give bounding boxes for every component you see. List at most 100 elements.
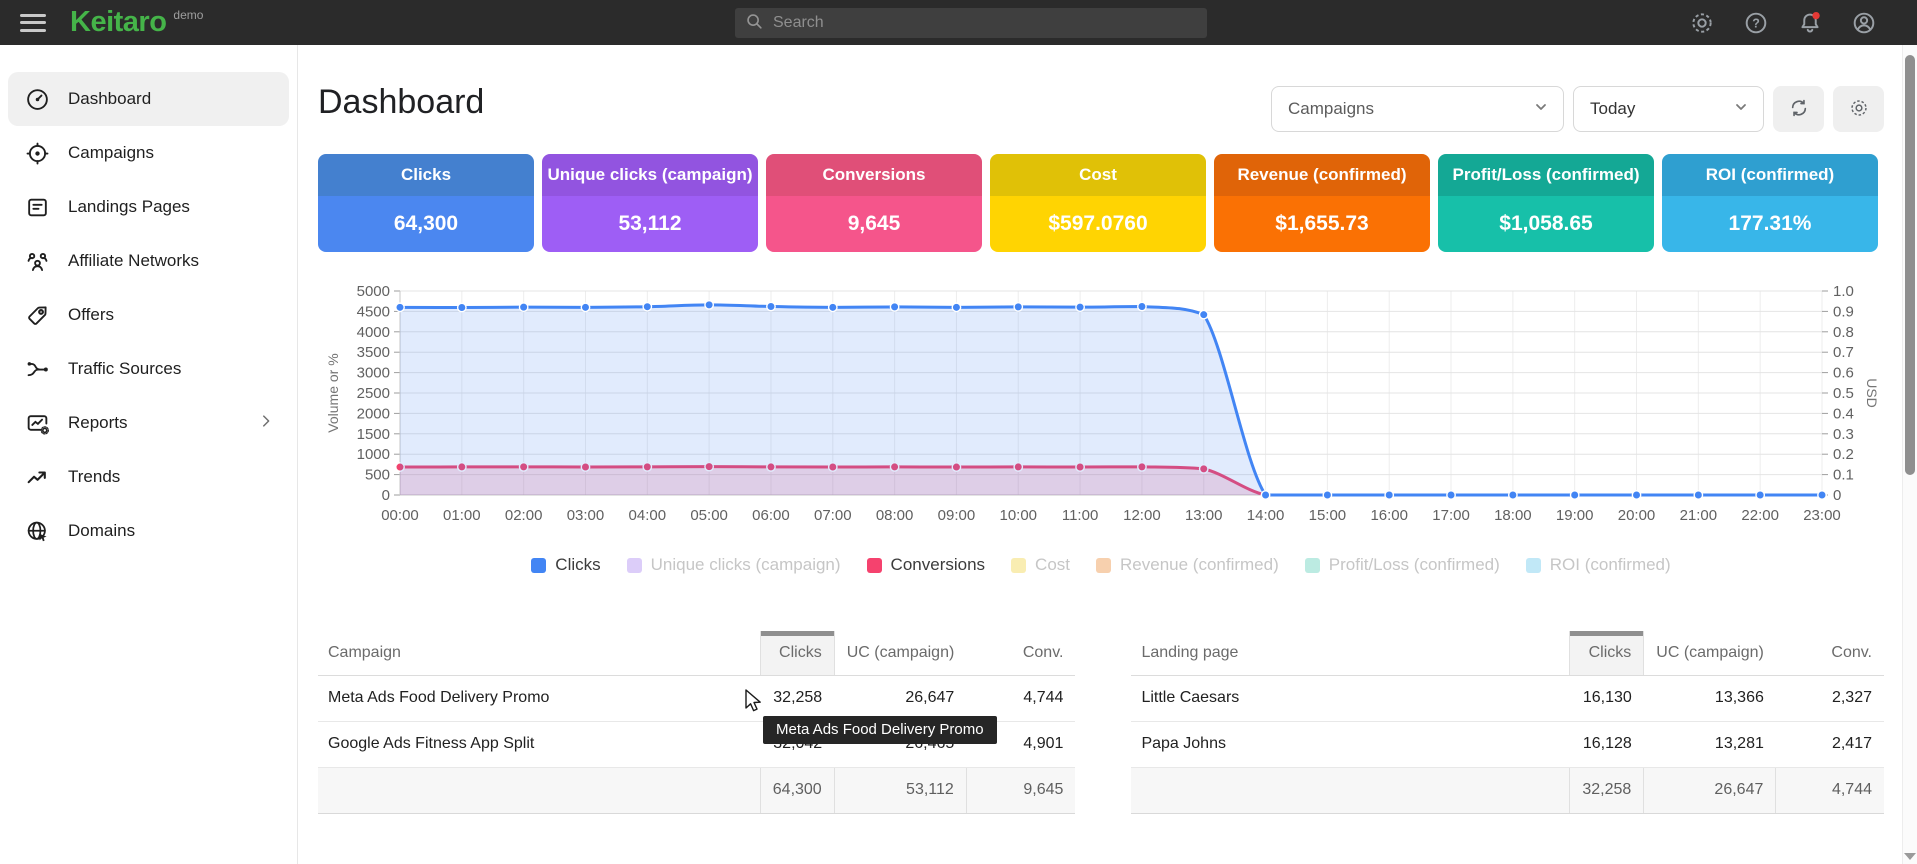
svg-text:1500: 1500: [357, 426, 390, 443]
column-header-clicks[interactable]: Clicks: [1570, 631, 1644, 675]
svg-text:20:00: 20:00: [1618, 507, 1656, 524]
sidebar-item-offers[interactable]: s Offers: [8, 288, 289, 342]
logo-text: Keitaro: [70, 0, 166, 45]
svg-text:0.5: 0.5: [1833, 385, 1854, 402]
column-header-uc[interactable]: UC (campaign): [1644, 631, 1776, 675]
cell-uc: 13,281: [1644, 721, 1776, 767]
stat-card-label: Cost: [990, 154, 1206, 196]
totals-label: [1131, 767, 1569, 813]
sidebar-item-campaigns[interactable]: Campaigns: [8, 126, 289, 180]
legend-label: Revenue (confirmed): [1120, 555, 1279, 575]
stat-card-value: 53,112: [542, 196, 758, 252]
legend-swatch: [867, 558, 882, 573]
legend-label: Clicks: [555, 555, 600, 575]
trending-up-icon: [24, 464, 50, 490]
main-content: Dashboard Campaigns Today: [299, 45, 1902, 864]
svg-text:02:00: 02:00: [505, 507, 543, 524]
landing-pages-table: Landing page Clicks UC (campaign) Conv. …: [1131, 631, 1884, 814]
campaign-name[interactable]: Google Ads Fitness App Split: [318, 721, 760, 767]
column-header-conv[interactable]: Conv.: [1776, 631, 1884, 675]
row-hover-tooltip: Meta Ads Food Delivery Promo: [763, 716, 997, 744]
svg-text:19:00: 19:00: [1556, 507, 1594, 524]
stat-card-value: $597.0760: [990, 196, 1206, 252]
sidebar-item-label: Offers: [68, 305, 114, 325]
legend-swatch: [1526, 558, 1541, 573]
stat-card-cost[interactable]: Cost $597.0760: [990, 154, 1206, 252]
cell-conv: 2,327: [1776, 675, 1884, 721]
search-input[interactable]: [773, 14, 1197, 32]
svg-text:2500: 2500: [357, 385, 390, 402]
legend-item[interactable]: Revenue (confirmed): [1096, 555, 1279, 575]
legend-swatch: [1096, 558, 1111, 573]
totals-uc: 53,112: [834, 767, 966, 813]
chart-legend: Clicks Unique clicks (campaign) Conversion…: [318, 551, 1884, 579]
totals-clicks: 64,300: [760, 767, 834, 813]
global-search[interactable]: [735, 8, 1207, 38]
account-icon[interactable]: [1851, 10, 1877, 36]
chevron-down-icon: [1733, 99, 1749, 120]
svg-text:1.0: 1.0: [1833, 283, 1854, 300]
column-header-clicks[interactable]: Clicks: [760, 631, 834, 675]
gear-icon: [1848, 97, 1870, 122]
date-range-select[interactable]: Today: [1573, 86, 1764, 132]
column-header-uc[interactable]: UC (campaign): [834, 631, 966, 675]
sidebar-item-traffic-sources[interactable]: Traffic Sources: [8, 342, 289, 396]
stat-card-conversions[interactable]: Conversions 9,645: [766, 154, 982, 252]
stat-card-profit-loss[interactable]: Profit/Loss (confirmed) $1,058.65: [1438, 154, 1654, 252]
stat-card-clicks[interactable]: Clicks 64,300: [318, 154, 534, 252]
page-scrollbar[interactable]: [1902, 45, 1917, 864]
price-tag-icon: s: [24, 302, 50, 328]
stat-card-value: 64,300: [318, 196, 534, 252]
svg-text:21:00: 21:00: [1680, 507, 1718, 524]
scrollbar-thumb[interactable]: [1905, 55, 1915, 475]
sidebar-item-trends[interactable]: Trends: [8, 450, 289, 504]
entity-filter-select[interactable]: Campaigns: [1271, 86, 1564, 132]
column-header-conv[interactable]: Conv.: [966, 631, 1075, 675]
dashboard-settings-button[interactable]: [1833, 86, 1884, 132]
svg-text:17:00: 17:00: [1432, 507, 1470, 524]
sidebar-item-label: Domains: [68, 521, 135, 541]
svg-text:0.7: 0.7: [1833, 344, 1854, 361]
refresh-button[interactable]: [1773, 86, 1824, 132]
sidebar-item-landings-pages[interactable]: Landings Pages: [8, 180, 289, 234]
refresh-icon: [1788, 97, 1810, 122]
stat-card-label: Unique clicks (campaign): [542, 154, 758, 196]
legend-item[interactable]: Clicks: [531, 555, 600, 575]
sidebar-item-affiliate-networks[interactable]: Affiliate Networks: [8, 234, 289, 288]
totals-label: [318, 767, 760, 813]
sidebar-item-reports[interactable]: Reports: [8, 396, 289, 450]
column-header-landing-page[interactable]: Landing page: [1131, 631, 1569, 675]
gear-icon[interactable]: [1689, 10, 1715, 36]
document-icon: [24, 194, 50, 220]
landing-name[interactable]: Papa Johns: [1131, 721, 1569, 767]
notifications-icon[interactable]: [1797, 10, 1823, 36]
table-row: Little Caesars 16,130 13,366 2,327: [1131, 675, 1884, 721]
legend-item[interactable]: ROI (confirmed): [1526, 555, 1671, 575]
landing-name[interactable]: Little Caesars: [1131, 675, 1569, 721]
stat-card-roi[interactable]: ROI (confirmed) 177.31%: [1662, 154, 1878, 252]
cell-conv: 4,744: [966, 675, 1075, 721]
legend-item[interactable]: Conversions: [867, 555, 986, 575]
cell-conv: 2,417: [1776, 721, 1884, 767]
legend-item[interactable]: Profit/Loss (confirmed): [1305, 555, 1500, 575]
svg-text:0.6: 0.6: [1833, 365, 1854, 382]
campaign-name[interactable]: Meta Ads Food Delivery Promo: [318, 675, 760, 721]
legend-label: Profit/Loss (confirmed): [1329, 555, 1500, 575]
app-logo[interactable]: Keitaro demo: [70, 0, 203, 45]
legend-item[interactable]: Unique clicks (campaign): [627, 555, 841, 575]
svg-text:5000: 5000: [357, 283, 390, 300]
sidebar-item-dashboard[interactable]: Dashboard: [8, 72, 289, 126]
scrollbar-down-arrow[interactable]: [1904, 853, 1916, 860]
stat-card-label: Revenue (confirmed): [1214, 154, 1430, 196]
menu-toggle-button[interactable]: [20, 14, 46, 32]
legend-item[interactable]: Cost: [1011, 555, 1070, 575]
stat-card-revenue[interactable]: Revenue (confirmed) $1,655.73: [1214, 154, 1430, 252]
svg-text:05:00: 05:00: [690, 507, 728, 524]
sidebar-item-domains[interactable]: Domains: [8, 504, 289, 558]
legend-swatch: [627, 558, 642, 573]
stat-card-unique-clicks[interactable]: Unique clicks (campaign) 53,112: [542, 154, 758, 252]
svg-text:16:00: 16:00: [1370, 507, 1408, 524]
svg-text:07:00: 07:00: [814, 507, 852, 524]
help-icon[interactable]: ?: [1743, 10, 1769, 36]
column-header-campaign[interactable]: Campaign: [318, 631, 760, 675]
